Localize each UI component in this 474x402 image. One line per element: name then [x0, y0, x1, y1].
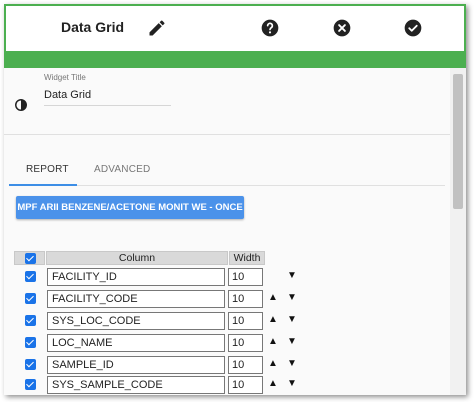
- column-width-field[interactable]: 10: [228, 334, 263, 352]
- grid-row: SYS_SAMPLE_CODE 10 ▲ ▼: [4, 376, 450, 394]
- active-tab-indicator: [9, 184, 77, 186]
- column-name-field[interactable]: FACILITY_CODE: [47, 290, 225, 308]
- move-up-icon[interactable]: ▲: [268, 292, 278, 303]
- move-down-icon[interactable]: ▼: [287, 270, 297, 281]
- pencil-icon[interactable]: [147, 18, 167, 38]
- move-down-icon[interactable]: ▼: [287, 314, 297, 325]
- move-down-icon[interactable]: ▼: [287, 292, 297, 303]
- column-name-field[interactable]: SYS_SAMPLE_CODE: [47, 376, 225, 394]
- close-circle-icon[interactable]: [332, 18, 352, 38]
- row-checkbox[interactable]: [25, 379, 36, 390]
- row-checkbox[interactable]: [25, 359, 36, 370]
- move-up-icon[interactable]: ▲: [268, 314, 278, 325]
- help-icon[interactable]: [260, 18, 280, 38]
- column-width-field[interactable]: 10: [228, 356, 263, 374]
- grid-row: LOC_NAME 10 ▲ ▼: [4, 334, 450, 352]
- grid-row: SYS_LOC_CODE 10 ▲ ▼: [4, 312, 450, 330]
- column-name-field[interactable]: SYS_LOC_CODE: [47, 312, 225, 330]
- move-up-icon[interactable]: ▲: [268, 358, 278, 369]
- row-checkbox[interactable]: [25, 337, 36, 348]
- tab-report[interactable]: REPORT: [26, 164, 69, 175]
- grid-header-column: Column: [46, 251, 228, 265]
- report-select-button[interactable]: MPF ARII BENZENE/ACETONE MONIT WE - ONCE: [16, 196, 244, 219]
- column-name-field[interactable]: FACILITY_ID: [47, 268, 225, 286]
- widget-title-input[interactable]: Data Grid: [44, 87, 171, 106]
- move-down-icon[interactable]: ▼: [287, 336, 297, 347]
- grid-row: FACILITY_CODE 10 ▲ ▼: [4, 290, 450, 308]
- grid-row: FACILITY_ID 10 ▼: [4, 268, 450, 286]
- row-checkbox[interactable]: [25, 315, 36, 326]
- move-down-icon[interactable]: ▼: [287, 378, 297, 389]
- move-down-icon[interactable]: ▼: [287, 358, 297, 369]
- column-width-field[interactable]: 10: [228, 290, 263, 308]
- move-up-icon[interactable]: ▲: [268, 378, 278, 389]
- section-divider: [4, 134, 450, 135]
- widget-title-label: Widget Title: [44, 73, 86, 82]
- column-name-field[interactable]: SAMPLE_ID: [47, 356, 225, 374]
- row-checkbox[interactable]: [25, 271, 36, 282]
- column-width-field[interactable]: 10: [228, 376, 263, 394]
- column-width-field[interactable]: 10: [228, 312, 263, 330]
- column-name-field[interactable]: LOC_NAME: [47, 334, 225, 352]
- tab-advanced[interactable]: ADVANCED: [94, 164, 150, 175]
- move-up-icon[interactable]: ▲: [268, 336, 278, 347]
- column-width-field[interactable]: 10: [228, 268, 263, 286]
- header-toolbar: Data Grid: [6, 6, 464, 51]
- grid-header-width: Width: [229, 251, 265, 265]
- grid-row: SAMPLE_ID 10 ▲ ▼: [4, 356, 450, 374]
- check-circle-icon[interactable]: [403, 18, 423, 38]
- row-checkbox[interactable]: [25, 293, 36, 304]
- scrollbar-thumb[interactable]: [453, 74, 463, 209]
- select-all-checkbox[interactable]: [25, 253, 36, 264]
- contrast-icon[interactable]: [14, 98, 28, 112]
- widget-title-heading: Data Grid: [61, 19, 125, 35]
- widget-editor-window: Data Grid Widget Title Data Grid REPORT …: [4, 4, 466, 395]
- header-bar: Data Grid: [4, 4, 466, 68]
